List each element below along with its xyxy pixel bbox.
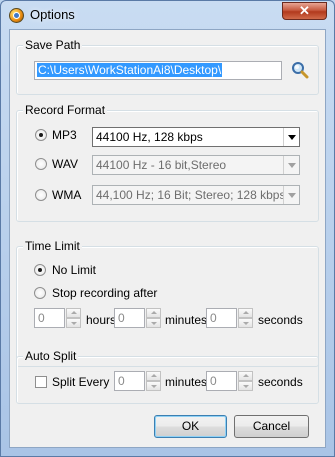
chevron-down-icon[interactable] <box>283 156 299 174</box>
split-seconds-input[interactable]: 0 <box>206 371 237 391</box>
hours-input[interactable]: 0 <box>34 308 65 328</box>
seconds-input[interactable]: 0 <box>206 308 237 328</box>
no-limit-label[interactable]: No Limit <box>52 263 96 277</box>
record-format-legend: Record Format <box>23 103 108 117</box>
split-minutes-input[interactable]: 0 <box>114 371 145 391</box>
options-window: Options ✕ Save Path C:\Users\WorkStation… <box>0 0 335 457</box>
wav-label[interactable]: WAV <box>52 157 78 171</box>
title-bar[interactable]: Options ✕ <box>1 1 334 29</box>
split-seconds-label: seconds <box>258 375 303 389</box>
wav-radio[interactable] <box>35 158 47 170</box>
spin-down-icon[interactable] <box>238 318 253 328</box>
spin-up-icon[interactable] <box>238 308 253 318</box>
mp3-radio[interactable] <box>35 129 47 141</box>
save-path-value: C:\Users\WorkStationAi8\Desktop\ <box>37 63 223 77</box>
spin-down-icon[interactable] <box>66 318 81 328</box>
stop-recording-radio[interactable] <box>34 287 46 299</box>
spin-up-icon[interactable] <box>146 371 161 381</box>
spin-up-icon[interactable] <box>66 308 81 318</box>
split-every-checkbox[interactable] <box>35 376 47 388</box>
wav-quality-value: 44100 Hz - 16 bit,Stereo <box>96 158 227 172</box>
split-minutes-stepper[interactable] <box>146 371 161 391</box>
window-title: Options <box>30 7 75 22</box>
split-minutes-label: minutes <box>165 375 208 389</box>
seconds-stepper[interactable] <box>238 308 253 328</box>
magnifier-icon[interactable] <box>291 61 309 79</box>
mp3-label[interactable]: MP3 <box>52 128 77 142</box>
chevron-down-icon[interactable] <box>283 128 299 146</box>
wma-radio[interactable] <box>35 189 47 201</box>
close-icon: ✕ <box>299 3 310 18</box>
minutes-input[interactable]: 0 <box>114 308 145 328</box>
ok-button[interactable]: OK <box>154 415 227 438</box>
mp3-quality-value: 44100 Hz, 128 kbps <box>96 130 203 144</box>
cancel-button[interactable]: Cancel <box>234 415 309 438</box>
minutes-stepper[interactable] <box>146 308 161 328</box>
seconds-label: seconds <box>258 313 303 327</box>
hours-label: hours <box>86 313 117 327</box>
close-button[interactable]: ✕ <box>282 2 327 20</box>
no-limit-radio[interactable] <box>34 264 46 276</box>
auto-split-legend: Auto Split <box>23 349 79 363</box>
hours-stepper[interactable] <box>66 308 81 328</box>
wma-quality-value: 44,100 Hz; 16 Bit; Stereo; 128 kbps; <box>96 188 289 202</box>
mp3-quality-select[interactable]: 44100 Hz, 128 kbps <box>92 127 300 147</box>
chevron-down-icon[interactable] <box>283 186 299 204</box>
time-limit-legend: Time Limit <box>23 239 82 253</box>
save-path-legend: Save Path <box>23 38 83 52</box>
save-path-input[interactable]: C:\Users\WorkStationAi8\Desktop\ <box>34 61 282 80</box>
wma-label[interactable]: WMA <box>52 188 81 202</box>
split-seconds-stepper[interactable] <box>238 371 253 391</box>
spin-down-icon[interactable] <box>146 318 161 328</box>
app-icon <box>9 8 24 23</box>
minutes-label: minutes <box>165 313 208 327</box>
split-every-label[interactable]: Split Every <box>52 375 109 389</box>
wav-quality-select[interactable]: 44100 Hz - 16 bit,Stereo <box>92 155 300 175</box>
spin-down-icon[interactable] <box>238 381 253 391</box>
spin-up-icon[interactable] <box>238 371 253 381</box>
spin-down-icon[interactable] <box>146 381 161 391</box>
spin-up-icon[interactable] <box>146 308 161 318</box>
dialog-body: Save Path C:\Users\WorkStationAi8\Deskto… <box>9 29 326 448</box>
wma-quality-select[interactable]: 44,100 Hz; 16 Bit; Stereo; 128 kbps; <box>92 185 300 205</box>
stop-recording-label[interactable]: Stop recording after <box>52 286 157 300</box>
